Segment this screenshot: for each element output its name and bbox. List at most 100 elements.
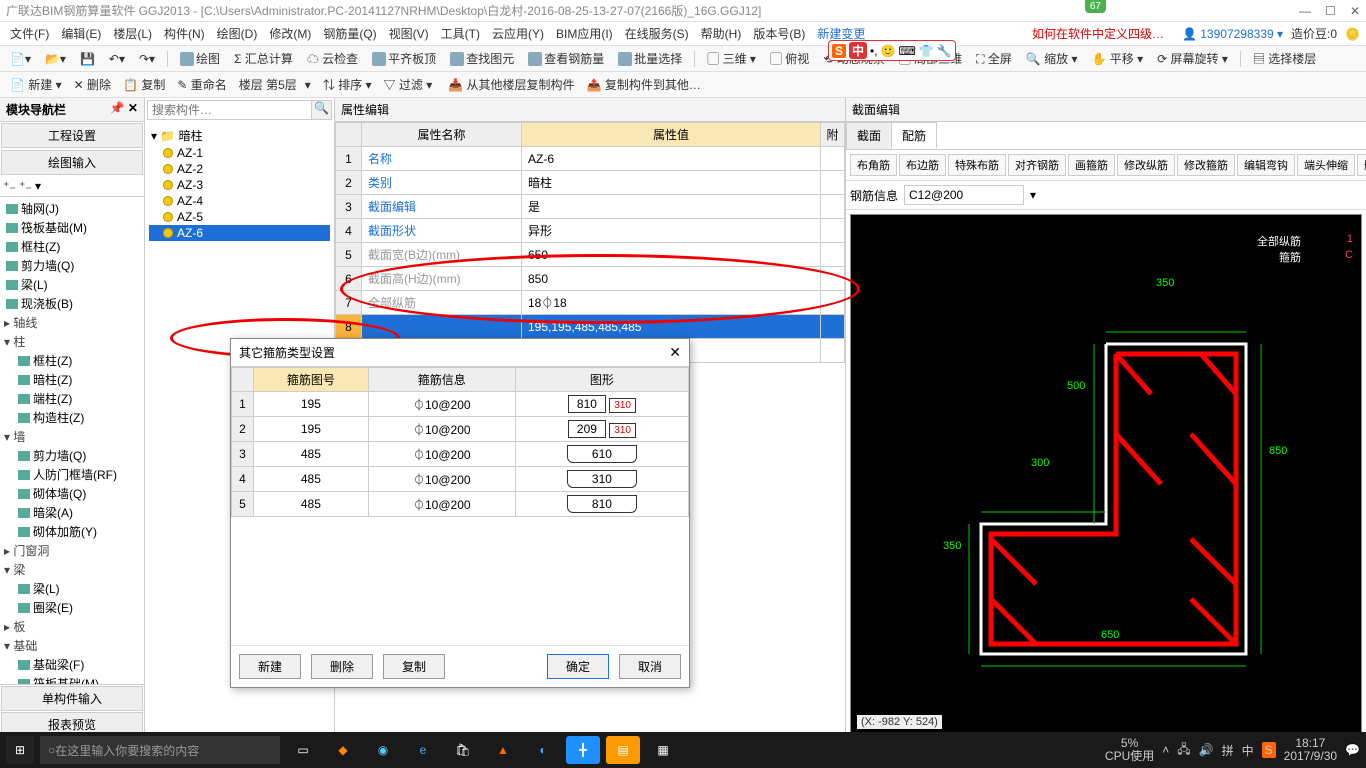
property-row[interactable]: 3截面编辑是 (336, 195, 845, 219)
app-icon[interactable]: ╋ (566, 736, 600, 764)
nav-item[interactable]: 人防门框墙(RF) (4, 465, 140, 484)
tb-save-icon[interactable]: 💾 (76, 50, 99, 68)
tb-cloudcheck[interactable]: ☁ 云检查 (303, 48, 362, 69)
section-tool-button[interactable]: 端头伸缩 (1297, 154, 1355, 176)
property-row[interactable]: 5截面宽(B边)(mm)650 (336, 243, 845, 267)
tb2-floor[interactable]: 楼层 第5层 (235, 74, 301, 95)
tb-viewrebar[interactable]: 查看钢筋量 (524, 48, 608, 69)
section-tool-button[interactable]: 布角筋 (850, 154, 897, 176)
nav-category[interactable]: ▾ 柱 (4, 332, 140, 351)
component-item[interactable]: AZ-5 (149, 209, 330, 225)
property-row[interactable]: 4截面形状异形 (336, 219, 845, 243)
menu-view[interactable]: 视图(V) (385, 23, 433, 44)
menu-online[interactable]: 在线服务(S) (621, 23, 693, 44)
tb2-rename[interactable]: ✎ 重命名 (173, 74, 230, 95)
stirrup-row[interactable]: 5485⏀10@200810 (232, 492, 689, 517)
tb2-copyfrom[interactable]: 📥 从其他楼层复制构件 (444, 74, 578, 95)
taskbar-search[interactable]: ○ 在这里输入你要搜索的内容 (40, 736, 280, 764)
nav-item[interactable]: 框柱(Z) (4, 351, 140, 370)
property-row[interactable]: 7全部纵筋18⏀18 (336, 291, 845, 315)
tb-selfloor[interactable]: ▤ 选择楼层 (1249, 48, 1320, 69)
dialog-delete-button[interactable]: 删除 (311, 654, 373, 679)
tb-zoom[interactable]: 🔍 缩放 ▾ (1022, 48, 1082, 69)
ime-lang-icon[interactable]: 中 (849, 42, 867, 59)
menu-tool[interactable]: 工具(T) (437, 23, 484, 44)
tb-calc[interactable]: Σ 汇总计算 (230, 48, 297, 69)
tb2-copyto[interactable]: 📤 复制构件到其他… (583, 74, 705, 95)
nav-item[interactable]: 端柱(Z) (4, 389, 140, 408)
nav-item[interactable]: 框柱(Z) (4, 237, 140, 256)
tb-fullscreen[interactable]: ⛶ 全屏 (972, 48, 1016, 69)
nav-item[interactable]: 梁(L) (4, 579, 140, 598)
property-row[interactable]: 8其它箍筋195,195,485,485,485 (336, 315, 845, 339)
menu-modify[interactable]: 修改(M) (265, 23, 315, 44)
section-tool-button[interactable]: 修改箍筋 (1177, 154, 1235, 176)
ime-tool-icon[interactable]: 🔧 (937, 44, 952, 58)
section-tool-button[interactable]: 删 (1357, 154, 1366, 176)
rebar-info-input[interactable] (904, 185, 1024, 205)
close-icon[interactable]: ✕ (1350, 4, 1360, 18)
tb-3d[interactable]: ▢ 三维 ▾ (703, 48, 760, 69)
tray-notif-icon[interactable]: 💬 (1345, 743, 1360, 757)
tb-redo-icon[interactable]: ↷▾ (135, 50, 159, 68)
component-item[interactable]: AZ-4 (149, 193, 330, 209)
tb-new-icon[interactable]: 📄▾ (6, 50, 35, 68)
maximize-icon[interactable]: ☐ (1325, 4, 1336, 18)
nav-item[interactable]: 梁(L) (4, 275, 140, 294)
app-icon[interactable]: ◐ (526, 736, 560, 764)
edge-icon[interactable]: e (406, 736, 440, 764)
tb-undo-icon[interactable]: ↶▾ (105, 50, 129, 68)
tray-sogou-icon[interactable]: S (1262, 742, 1276, 758)
dialog-new-button[interactable]: 新建 (239, 654, 301, 679)
section-tool-button[interactable]: 画箍筋 (1068, 154, 1115, 176)
section-tool-button[interactable]: 对齐钢筋 (1008, 154, 1066, 176)
nav-item[interactable]: 暗梁(A) (4, 503, 140, 522)
section-canvas[interactable]: 350 850 500 300 350 650 全部纵筋 箍筋 1 C (X: … (850, 214, 1362, 734)
section-draw[interactable]: 绘图输入 (1, 150, 143, 175)
ime-soft-icon[interactable]: 🙂 (881, 44, 896, 58)
nav-pin-icon[interactable]: 📌 ✕ (110, 101, 138, 118)
nav-item[interactable]: 暗柱(Z) (4, 370, 140, 389)
floor-dropdown-icon[interactable]: ▾ (305, 78, 311, 92)
start-icon[interactable]: ⊞ (6, 736, 34, 764)
stirrup-row[interactable]: 2195⏀10@200209 310 (232, 417, 689, 442)
app-icon[interactable]: ▲ (486, 736, 520, 764)
menu-version[interactable]: 版本号(B) (749, 23, 809, 44)
ime-keyboard-icon[interactable]: ⌨ (899, 44, 916, 58)
menu-draw[interactable]: 绘图(D) (213, 23, 262, 44)
component-root[interactable]: ▾ 📁 暗柱 (149, 126, 330, 145)
property-row[interactable]: 6截面高(H边)(mm)850 (336, 267, 845, 291)
menu-help[interactable]: 帮助(H) (697, 23, 746, 44)
dialog-copy-button[interactable]: 复制 (383, 654, 445, 679)
menu-file[interactable]: 文件(F) (6, 23, 53, 44)
section-tool-button[interactable]: 布边筋 (899, 154, 946, 176)
component-item[interactable]: AZ-2 (149, 161, 330, 177)
nav-item[interactable]: 剪力墙(Q) (4, 446, 140, 465)
section-tool-button[interactable]: 特殊布筋 (948, 154, 1006, 176)
store-icon[interactable]: 🛍 (446, 736, 480, 764)
menu-floor[interactable]: 楼层(L) (109, 23, 156, 44)
tray-net-icon[interactable]: 🖧 (1177, 740, 1190, 761)
nav-item[interactable]: 轴网(J) (4, 199, 140, 218)
user-account[interactable]: 👤 13907298339 ▾ (1182, 27, 1283, 41)
tab-section[interactable]: 截面 (846, 122, 892, 149)
tb-find[interactable]: 查找图元 (446, 48, 518, 69)
component-item[interactable]: AZ-6 (149, 225, 330, 241)
foot-single[interactable]: 单构件输入 (1, 686, 143, 711)
search-icon[interactable]: 🔍 (311, 101, 331, 119)
tb-top[interactable]: ▢ 俯视 (766, 48, 813, 69)
stirrup-row[interactable]: 4485⏀10@200310 (232, 467, 689, 492)
nav-item[interactable]: 砌体加筋(Y) (4, 522, 140, 541)
section-tool-button[interactable]: 编辑弯钩 (1237, 154, 1295, 176)
app-icon[interactable]: ◆ (326, 736, 360, 764)
ime-skin-icon[interactable]: 👕 (919, 44, 934, 58)
tray-lang-icon[interactable]: 中 (1242, 742, 1254, 759)
property-row[interactable]: 2类别暗柱 (336, 171, 845, 195)
app-icon[interactable]: ▤ (606, 736, 640, 764)
nav-item[interactable]: 圈梁(E) (4, 598, 140, 617)
property-row[interactable]: 1名称AZ-6 (336, 147, 845, 171)
tray-up-icon[interactable]: ˄ (1162, 743, 1169, 757)
nav-item[interactable]: 基础梁(F) (4, 655, 140, 674)
nav-category[interactable]: ▾ 基础 (4, 636, 140, 655)
tb2-new[interactable]: 📄 新建 ▾ (6, 74, 66, 95)
